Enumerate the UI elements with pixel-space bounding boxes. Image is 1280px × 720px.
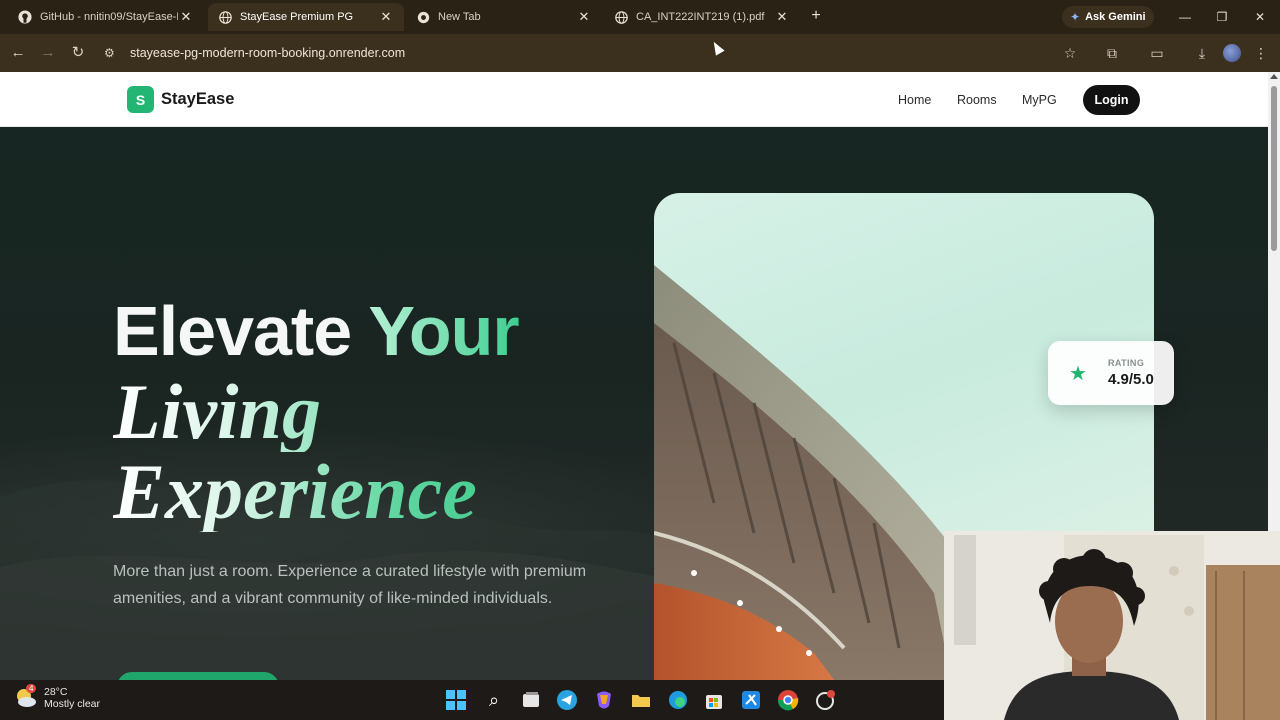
close-tab-icon[interactable]: ✕ <box>178 9 194 25</box>
microsoft-store-icon[interactable] <box>703 689 725 711</box>
forward-arrow-icon[interactable]: → <box>37 42 59 64</box>
close-tab-icon[interactable]: ✕ <box>378 9 394 25</box>
profile-avatar[interactable] <box>1223 44 1241 62</box>
headline-line-3: Experience <box>113 452 519 532</box>
tab-pdf[interactable]: CA_INT222INT219 (1).pdf ✕ <box>604 3 800 31</box>
nav-home-link[interactable]: Home <box>898 72 931 127</box>
headline-line-1: Elevate Your <box>113 290 520 372</box>
site-header: S StayEase Home Rooms MyPG Login <box>0 72 1268 127</box>
headline-word-elevate: Elevate <box>113 292 352 370</box>
restore-icon[interactable]: ❐ <box>1207 6 1237 28</box>
weather-moon-cloud-icon: 4 <box>14 684 38 710</box>
windows-taskbar: 4 28°C Mostly clear ⌕ <box>0 680 944 720</box>
ask-gemini-button[interactable]: ✦ Ask Gemini <box>1062 6 1154 28</box>
recording-app-icon[interactable] <box>814 689 836 711</box>
weather-condition: Mostly clear <box>44 698 101 710</box>
windows-start-icon[interactable] <box>445 689 467 711</box>
headline-word-your: Your <box>368 292 519 370</box>
gemini-sparkle-icon: ✦ <box>1070 10 1081 24</box>
tab-github[interactable]: GitHub - nnitin09/StayEase-PG ✕ <box>8 3 204 31</box>
tab-title: GitHub - nnitin09/StayEase-PG <box>40 11 178 23</box>
globe-icon <box>614 10 628 24</box>
reading-mode-icon[interactable]: ▭ <box>1146 42 1168 64</box>
download-icon[interactable]: ⤓ <box>1191 42 1213 64</box>
github-icon <box>18 10 32 24</box>
globe-icon <box>218 10 232 24</box>
vscode-icon[interactable] <box>740 689 762 711</box>
close-tab-icon[interactable]: ✕ <box>774 9 790 25</box>
site-info-icon[interactable]: ⚙ <box>104 46 122 60</box>
chrome-taskbar-icon[interactable] <box>777 689 799 711</box>
weather-text: 28°C Mostly clear <box>44 686 100 710</box>
login-button[interactable]: Login <box>1083 85 1140 115</box>
close-tab-icon[interactable]: ✕ <box>576 9 592 25</box>
rating-text: RATING 4.9/5.0 <box>1108 358 1154 388</box>
extensions-icon[interactable]: ⧉ <box>1101 42 1123 64</box>
nav-rooms-link[interactable]: Rooms <box>957 72 997 127</box>
chrome-icon <box>416 10 430 24</box>
hero-description: More than just a room. Experience a cura… <box>113 563 587 607</box>
weather-temperature: 28°C <box>44 686 68 698</box>
telegram-icon[interactable] <box>556 689 578 711</box>
tab-title: CA_INT222INT219 (1).pdf <box>636 11 765 23</box>
copilot-icon[interactable] <box>593 689 615 711</box>
edge-icon[interactable] <box>667 689 689 711</box>
rating-label: RATING <box>1108 358 1145 368</box>
rating-value: 4.9/5.0 <box>1108 371 1154 388</box>
scrollbar-thumb[interactable] <box>1271 86 1277 251</box>
weather-widget[interactable]: 4 28°C Mostly clear <box>14 684 100 710</box>
webcam-overlay <box>944 531 1280 720</box>
headline-line-2: Living <box>113 372 519 452</box>
minimize-icon[interactable]: — <box>1170 6 1200 28</box>
back-arrow-icon[interactable]: ← <box>7 42 29 64</box>
tab-new-tab[interactable]: New Tab ✕ <box>406 3 602 31</box>
tab-title: New Tab <box>438 11 481 23</box>
new-tab-button[interactable]: + <box>806 6 826 26</box>
hero-headline: Elevate Your Living Experience <box>113 290 520 532</box>
search-icon[interactable]: ⌕ <box>483 689 505 711</box>
browser-tab-strip: GitHub - nnitin09/StayEase-PG ✕ StayEase… <box>0 0 1280 34</box>
brand-logo[interactable]: S StayEase <box>127 86 234 113</box>
address-bar[interactable]: ⚙ stayease-pg-modern-room-booking.onrend… <box>104 39 1104 67</box>
url-text: stayease-pg-modern-room-booking.onrender… <box>130 46 406 60</box>
star-icon: ★ <box>1069 362 1087 385</box>
menu-kebab-icon[interactable]: ⋮ <box>1250 42 1272 64</box>
close-window-icon[interactable]: ✕ <box>1245 6 1275 28</box>
brand-name: StayEase <box>161 90 235 108</box>
tab-stayease[interactable]: StayEase Premium PG ✕ <box>208 3 404 31</box>
task-view-icon[interactable] <box>520 689 542 711</box>
browser-toolbar: ← → ↻ ⚙ stayease-pg-modern-room-booking.… <box>0 34 1280 72</box>
scroll-up-arrow-icon[interactable] <box>1270 74 1278 79</box>
tab-title: StayEase Premium PG <box>240 11 354 23</box>
brand-mark: S <box>127 86 154 113</box>
ask-gemini-label: Ask Gemini <box>1085 11 1146 23</box>
nav-mypg-link[interactable]: MyPG <box>1022 72 1057 127</box>
rating-card: ★ RATING 4.9/5.0 <box>1048 341 1174 405</box>
bookmark-star-icon[interactable]: ☆ <box>1059 42 1081 64</box>
reload-icon[interactable]: ↻ <box>67 42 89 64</box>
webcam-person-image <box>944 531 1280 720</box>
hero-cta-button[interactable] <box>117 672 279 680</box>
file-explorer-icon[interactable] <box>630 689 652 711</box>
